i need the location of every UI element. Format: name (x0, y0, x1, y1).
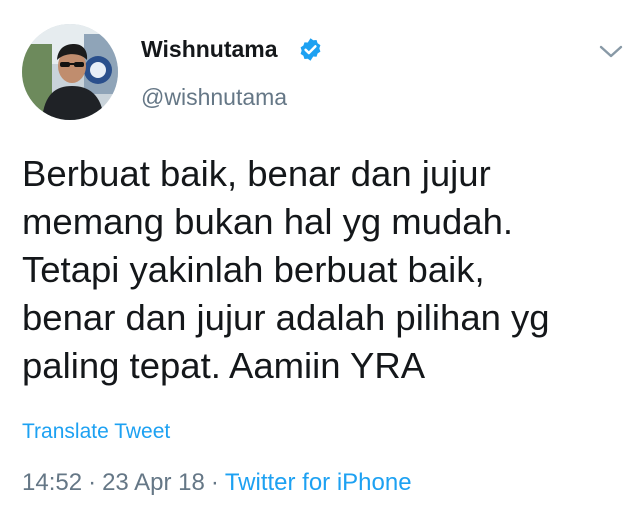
tweet-metadata: 14:52 · 23 Apr 18 · Twitter for iPhone (22, 468, 412, 498)
tweet-time: 14:52 (22, 469, 83, 496)
avatar-photo (22, 24, 118, 120)
metadata-separator: · (88, 469, 97, 496)
tweet-text-line: paling tepat. Aamiin YRA (22, 345, 426, 386)
tweet-source-link[interactable]: Twitter for iPhone (225, 469, 412, 496)
tweet-text: Berbuat baik, benar dan jujur memang buk… (22, 150, 622, 390)
metadata-separator: · (210, 469, 219, 496)
tweet-card: Wishnutama @wishnutama Berbuat baik, ben… (0, 0, 644, 518)
verified-badge-icon (300, 38, 321, 61)
author-handle[interactable]: @wishnutama (141, 83, 287, 111)
tweet-date[interactable]: 23 Apr 18 (102, 469, 205, 496)
chevron-down-icon[interactable] (597, 42, 625, 62)
avatar[interactable] (22, 24, 118, 120)
translate-tweet-link[interactable]: Translate Tweet (22, 420, 170, 444)
tweet-text-line: Berbuat baik, benar dan jujur (22, 153, 491, 194)
tweet-text-line: benar dan jujur adalah pilihan yg (22, 297, 550, 338)
author-display-name[interactable]: Wishnutama (141, 35, 278, 63)
tweet-text-line: Tetapi yakinlah berbuat baik, (22, 249, 485, 290)
tweet-text-line: memang bukan hal yg mudah. (22, 201, 514, 242)
